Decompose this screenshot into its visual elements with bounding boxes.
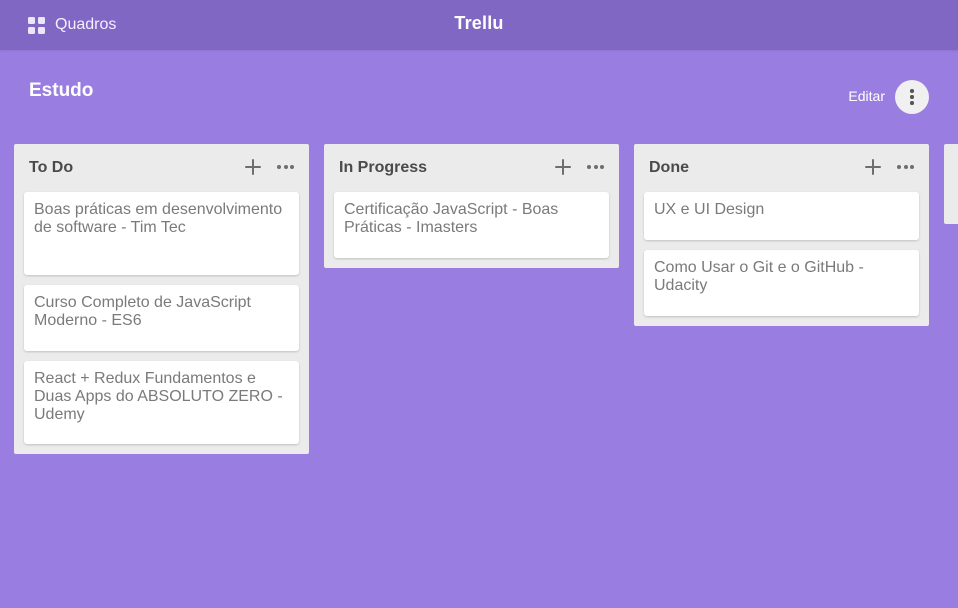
board-menu-button[interactable] xyxy=(895,80,929,114)
card[interactable]: React + Redux Fundamentos e Duas Apps do… xyxy=(24,361,299,444)
list-in-progress: In Progress Certificação JavaScript - Bo… xyxy=(324,144,619,268)
app-title[interactable]: Trellu xyxy=(0,13,958,34)
vertical-dots-icon xyxy=(910,89,914,105)
board-title: Estudo xyxy=(29,80,94,101)
edit-button[interactable]: Editar xyxy=(848,88,885,104)
list-header: Done xyxy=(644,144,919,192)
list-done: Done UX e UI Design Como Usar o Git e o … xyxy=(634,144,929,326)
horizontal-dots-icon[interactable] xyxy=(897,165,914,169)
plus-icon[interactable] xyxy=(864,158,882,176)
list-title: To Do xyxy=(29,159,74,176)
list-header: In Progress xyxy=(334,144,609,192)
horizontal-dots-icon[interactable] xyxy=(277,165,294,169)
horizontal-dots-icon[interactable] xyxy=(587,165,604,169)
list-header: To Do xyxy=(24,144,299,192)
list-to-do: To Do Boas práticas em desenvolvimento d… xyxy=(14,144,309,454)
card[interactable]: UX e UI Design xyxy=(644,192,919,240)
top-bar: Quadros Trellu xyxy=(0,0,958,50)
plus-icon[interactable] xyxy=(554,158,572,176)
card[interactable]: Curso Completo de JavaScript Moderno - E… xyxy=(24,285,299,351)
card[interactable]: Certificação JavaScript - Boas Práticas … xyxy=(334,192,609,258)
card[interactable]: Como Usar o Git e o GitHub - Udacity xyxy=(644,250,919,316)
card[interactable]: Boas práticas em desenvolvimento de soft… xyxy=(24,192,299,275)
list-title: In Progress xyxy=(339,159,428,176)
plus-icon[interactable] xyxy=(244,158,262,176)
list-partial xyxy=(944,144,958,224)
list-title: Done xyxy=(649,159,689,176)
